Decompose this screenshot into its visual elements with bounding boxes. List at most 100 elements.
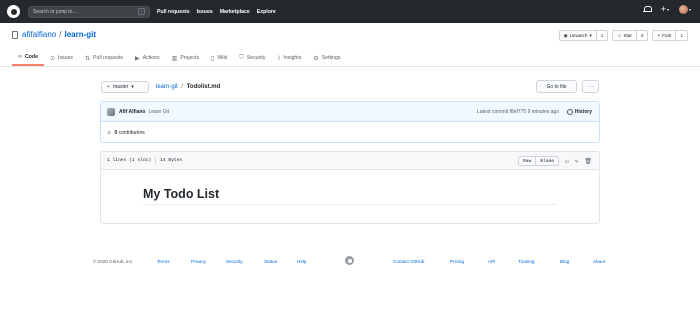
footer-link-training[interactable]: Training (518, 259, 534, 264)
people-icon: ♙ (107, 129, 112, 136)
tab-label: Actions (142, 55, 160, 61)
chevron-down-icon: ▾ (688, 7, 691, 12)
header-actions: + ▾ ▾ (642, 5, 691, 14)
footer-link-contact[interactable]: Contact GitHub (393, 259, 424, 264)
star-group: ☆ Star 0 (612, 30, 649, 41)
github-logo-icon[interactable] (7, 5, 20, 18)
tab-label: Wiki (217, 55, 228, 61)
footer-copyright: © 2020 GitHub, Inc. (93, 258, 134, 264)
create-new-menu[interactable]: + ▾ (661, 5, 669, 14)
tab-insights[interactable]: ⌇ Insights (271, 50, 307, 66)
blame-button[interactable]: Blame (536, 156, 560, 166)
author-avatar[interactable] (107, 107, 115, 116)
commit-sha[interactable]: f8ef775 (510, 109, 527, 115)
pull-request-icon: ⇅ (85, 55, 91, 62)
code-icon: ‹› (18, 54, 22, 60)
top-nav: Pull requests Issues Marketplace Explore (157, 9, 276, 15)
footer-link-help[interactable]: Help (297, 259, 306, 264)
breadcrumb-file: Todolist.md (186, 84, 221, 90)
tab-label: Pull requests (93, 55, 124, 61)
breadcrumb: learn-git / Todolist.md (156, 84, 220, 90)
footer-link-privacy[interactable]: Privacy (191, 259, 206, 264)
tabs-divider (0, 66, 700, 67)
file-actions: Raw Blame ▭ ✎ 🗑 (518, 156, 592, 166)
pencil-icon[interactable]: ✎ (575, 158, 579, 165)
nav-explore[interactable]: Explore (257, 9, 276, 15)
unwatch-button[interactable]: ◉ Unwatch ▾ (558, 30, 597, 41)
contributors-count: 0 (114, 129, 118, 136)
tab-issues[interactable]: ⊙ Issues (44, 50, 79, 66)
book-icon: ▯ (211, 55, 215, 62)
tab-security[interactable]: ⛉ Security (233, 50, 271, 66)
raw-button[interactable]: Raw (518, 156, 537, 166)
search-placeholder: Search or jump to... (33, 8, 77, 15)
shield-icon: ⛉ (239, 54, 244, 61)
branch-select-button[interactable]: ⑂ master ▾ (101, 81, 149, 93)
nav-pull-requests[interactable]: Pull requests (157, 9, 190, 15)
tab-actions[interactable]: ▶ Actions (129, 50, 166, 66)
repo-name-link[interactable]: learn-git (64, 30, 96, 39)
search-input[interactable]: Search or jump to... / (28, 5, 150, 18)
history-link[interactable]: History (566, 109, 592, 115)
tab-settings[interactable]: ⚙ Settings (307, 50, 346, 66)
gear-icon: ⚙ (313, 55, 319, 62)
plus-icon: + (660, 4, 666, 14)
footer-link-api[interactable]: API (488, 259, 495, 264)
bell-icon[interactable] (642, 5, 652, 14)
desktop-icon[interactable]: ▭ (565, 158, 569, 165)
history-label: History (574, 109, 592, 115)
tab-label: Issues (58, 55, 73, 61)
tab-projects[interactable]: ▥ Projects (166, 50, 205, 66)
nav-marketplace[interactable]: Marketplace (220, 9, 250, 15)
chevron-down-icon: ▾ (666, 7, 669, 12)
repo-separator: / (59, 30, 62, 39)
global-header: Search or jump to... / Pull requests Iss… (0, 0, 700, 23)
file-view-buttons: Raw Blame (518, 156, 560, 166)
watch-group: ◉ Unwatch ▾ 1 (558, 30, 609, 41)
more-options-button[interactable]: ··· (582, 80, 599, 93)
nav-issues[interactable]: Issues (197, 9, 213, 15)
star-count[interactable]: 0 (636, 30, 649, 41)
file-size: 14 Bytes (160, 158, 183, 163)
commit-author[interactable]: Afif Alfiano (119, 109, 145, 115)
contributors-row[interactable]: ♙ 0 contributors (101, 122, 599, 143)
footer-link-terms[interactable]: Terms (157, 259, 170, 264)
fork-count[interactable]: 1 (676, 30, 688, 41)
tab-label: Projects (180, 55, 200, 61)
tab-pull-requests[interactable]: ⇅ Pull requests (79, 50, 129, 66)
fork-button[interactable]: ⑂ Fork (652, 30, 677, 41)
tab-code[interactable]: ‹› Code (12, 50, 44, 66)
go-to-file-button[interactable]: Go to file (536, 80, 577, 93)
repo-icon (12, 30, 18, 39)
github-mark-icon[interactable] (345, 256, 354, 265)
tab-wiki[interactable]: ▯ Wiki (205, 50, 233, 66)
repo-tabs: ‹› Code ⊙ Issues ⇅ Pull requests ▶ Actions ▥… (12, 50, 346, 66)
latest-commit-box: Afif Alfiano Learn Git Latest commit f8e… (100, 101, 600, 143)
footer-link-pricing[interactable]: Pricing (450, 259, 464, 264)
search-shortcut-hint: / (138, 8, 145, 15)
user-menu[interactable]: ▾ (678, 5, 691, 14)
branch-icon: ⑂ (107, 84, 111, 90)
commit-header: Afif Alfiano Learn Git Latest commit f8e… (101, 102, 599, 122)
footer-link-status[interactable]: Status (264, 259, 277, 264)
chevron-down-icon: ▾ (131, 84, 134, 90)
file-info-divider (155, 157, 157, 164)
graph-icon: ⌇ (277, 55, 281, 62)
star-button[interactable]: ☆ Star (612, 30, 637, 41)
footer-link-security[interactable]: Security (226, 259, 243, 264)
file-header: 1 lines (1 sloc) 14 Bytes Raw Blame ▭ ✎ … (101, 152, 599, 170)
repo-owner-link[interactable]: afifalfiano (22, 30, 56, 39)
star-icon: ☆ (617, 32, 622, 38)
breadcrumb-repo-link[interactable]: learn-git (156, 84, 178, 90)
footer-link-about[interactable]: About (593, 259, 605, 264)
play-icon: ▶ (135, 55, 140, 62)
tab-label: Settings (321, 55, 341, 61)
eye-icon: ◉ (563, 32, 568, 38)
star-label: Star (623, 33, 632, 38)
trash-icon[interactable]: 🗑 (584, 158, 592, 165)
tab-label: Code (25, 54, 38, 60)
commit-message[interactable]: Learn Git (148, 109, 169, 115)
footer-link-blog[interactable]: Blog (560, 259, 569, 264)
watch-count[interactable]: 1 (596, 30, 609, 41)
breadcrumb-separator: / (181, 84, 184, 90)
